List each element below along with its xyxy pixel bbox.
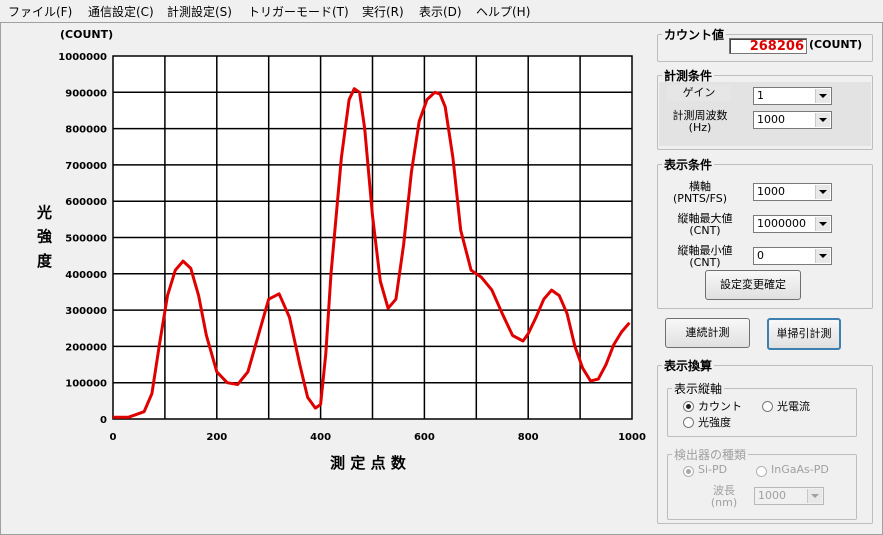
wavelength-label: 波長 (nm) — [710, 484, 738, 509]
y-tick-labels: 0 100000 200000 300000 400000 500000 600000 700… — [58, 52, 107, 426]
freq-label: 計測周波数 (Hz) — [672, 109, 728, 134]
y-tick-label: 400000 — [65, 270, 107, 281]
y-tick-label: 300000 — [65, 306, 107, 317]
x-tick-label: 600 — [414, 432, 435, 443]
radio-ingaas-pd-label: InGaAs-PD — [771, 463, 829, 476]
ymax-label: 縦軸最大値 (CNT) — [677, 212, 733, 237]
xaxis-select[interactable]: 1000 — [753, 183, 832, 201]
ymin-label: 縦軸最小値 (CNT) — [677, 244, 733, 269]
xaxis-value: 1000 — [757, 185, 785, 198]
radio-si-pd[interactable] — [683, 466, 694, 477]
freq-select[interactable]: 1000 — [753, 111, 832, 129]
radio-count[interactable] — [683, 401, 694, 412]
display-title: 表示条件 — [664, 158, 713, 172]
apply-settings-button[interactable]: 設定変更確定 — [705, 270, 801, 300]
radio-intensity-label: 光強度 — [698, 416, 731, 429]
ymax-value: 1000000 — [757, 217, 806, 230]
detector-group: 検出器の種類 — [667, 446, 857, 520]
x-tick-label: 200 — [206, 432, 227, 443]
radio-intensity[interactable] — [683, 417, 694, 428]
y-tick-label: 800000 — [65, 125, 107, 136]
radio-ingaas-pd[interactable] — [756, 466, 767, 477]
continuous-measure-button[interactable]: 連続計測 — [665, 318, 750, 348]
y-tick-label: 900000 — [65, 88, 107, 99]
ymax-select[interactable]: 1000000 — [753, 215, 832, 233]
x-tick-label: 800 — [518, 432, 539, 443]
y-tick-label: 700000 — [65, 161, 107, 172]
count-unit: (COUNT) — [809, 38, 863, 51]
y-tick-label: 200000 — [65, 342, 107, 353]
chevron-down-icon — [815, 185, 830, 199]
conversion-title: 表示換算 — [664, 359, 713, 373]
single-sweep-button[interactable]: 単掃引計測 — [767, 318, 841, 350]
gain-value: 1 — [757, 89, 764, 102]
chevron-down-icon — [815, 113, 830, 127]
x-tick-label: 400 — [310, 432, 331, 443]
wavelength-value: 1000 — [758, 489, 786, 502]
gain-select[interactable]: 1 — [753, 87, 832, 105]
chevron-down-icon — [815, 217, 830, 231]
radio-si-pd-label: Si-PD — [698, 463, 728, 476]
gain-label: ゲイン — [667, 85, 731, 101]
count-title: カウント値 — [664, 28, 725, 42]
ymin-value: 0 — [757, 249, 764, 262]
wavelength-select[interactable]: 1000 — [754, 487, 824, 505]
freq-value: 1000 — [757, 113, 785, 126]
y-axis-title: 光 強 度 — [35, 203, 53, 269]
ymin-select[interactable]: 0 — [753, 247, 832, 265]
xaxis-label: 横軸 (PNTS/FS) — [673, 180, 727, 205]
chevron-down-icon — [815, 249, 830, 263]
chevron-down-icon — [815, 89, 830, 103]
y-tick-label: 0 — [100, 415, 107, 426]
count-value: 268206 — [729, 38, 807, 54]
chevron-down-icon — [807, 489, 822, 503]
radio-count-label: カウント — [698, 400, 742, 413]
x-tick-label: 0 — [110, 432, 117, 443]
radio-photocurrent-label: 光電流 — [777, 400, 810, 413]
radio-photocurrent[interactable] — [762, 401, 773, 412]
y-tick-label: 1000000 — [58, 52, 107, 63]
axis-type-title: 表示縦軸 — [674, 382, 723, 396]
y-tick-label: 500000 — [65, 234, 107, 245]
y-tick-label: 100000 — [65, 379, 107, 390]
x-tick-label: 1000 — [618, 432, 646, 443]
intensity-chart: 0 100000 200000 300000 400000 500000 600000 700… — [35, 52, 646, 472]
x-tick-labels: 0 200 400 600 800 1000 — [110, 432, 646, 443]
detector-title: 検出器の種類 — [674, 448, 747, 462]
x-axis-title: 測 定 点 数 — [330, 454, 407, 472]
y-tick-label: 600000 — [65, 197, 107, 208]
